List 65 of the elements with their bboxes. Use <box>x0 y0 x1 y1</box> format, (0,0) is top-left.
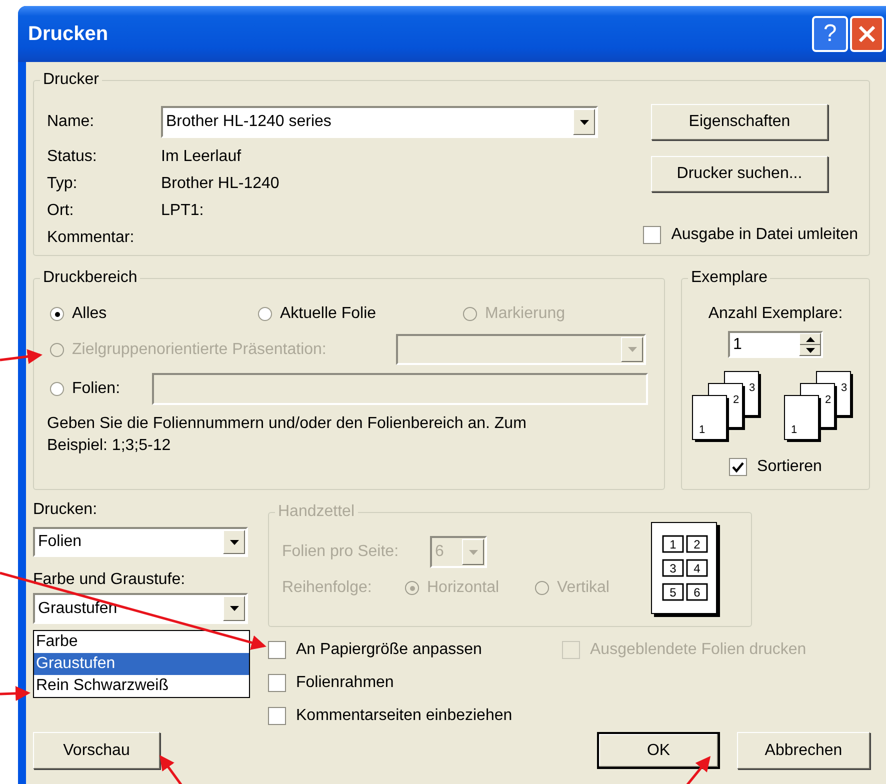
field-value: Brother HL-1240 <box>161 174 280 194</box>
dropdown-arrow-button[interactable] <box>223 596 245 621</box>
field-label: Farbe und Graustufe: <box>33 570 186 590</box>
caret-down-icon <box>580 120 588 124</box>
field-label: Kommentar: <box>47 228 136 248</box>
window-title: Drucken <box>28 22 110 46</box>
push-button[interactable]: Eigenschaften <box>651 104 828 140</box>
handout-layout-icon: 1 2 3 4 5 6 <box>651 522 721 618</box>
push-button[interactable]: Abbrechen <box>737 732 870 769</box>
annotation-arrow <box>0 686 30 701</box>
radio-label: Folien: <box>72 379 120 399</box>
group-label: Exemplare <box>688 268 770 288</box>
checkbox-label: Sortieren <box>757 457 822 477</box>
radio-label: Horizontal <box>427 578 500 598</box>
spin-buttons[interactable] <box>799 333 821 356</box>
dropdown-arrow-button[interactable] <box>573 109 595 135</box>
annotation-arrow <box>0 349 42 364</box>
field-value: Im Leerlauf <box>161 146 242 166</box>
radio-button[interactable] <box>50 307 64 321</box>
field-label: Name: <box>47 112 96 132</box>
checkbox[interactable] <box>643 226 662 244</box>
list-item[interactable]: Graustufen <box>34 653 249 675</box>
caret-down-icon <box>468 550 478 554</box>
close-icon <box>858 25 876 43</box>
checkbox-label: Ausgabe in Datei umleiten <box>671 224 858 244</box>
field-label: Ort: <box>47 200 75 220</box>
field-label: Folien pro Seite: <box>282 542 400 562</box>
caret-down-icon <box>806 348 814 352</box>
radio-button[interactable] <box>258 307 272 321</box>
radio-label: Zielgruppenorientierte Präsentation: <box>72 340 326 360</box>
checkbox[interactable] <box>268 674 286 692</box>
radio-label: Vertikal <box>557 578 610 598</box>
checkbox-label: Kommentarseiten einbeziehen <box>296 706 512 726</box>
field-label: Drucken: <box>33 500 98 520</box>
field-label: Status: <box>47 146 98 166</box>
checkbox-label: Ausgeblendete Folien drucken <box>590 640 806 660</box>
radio-label: Markierung <box>485 304 566 324</box>
checkbox[interactable] <box>729 458 748 476</box>
push-button[interactable]: Drucker suchen... <box>651 156 828 192</box>
field-label: Typ: <box>47 174 78 194</box>
dropdown[interactable]: Folien <box>33 527 248 557</box>
input-field[interactable] <box>152 373 648 405</box>
help-button[interactable]: ? <box>812 16 848 52</box>
close-button[interactable] <box>850 16 884 52</box>
hint-text: Geben Sie die Foliennummern und/oder den Folienbereich an. Zum Beispiel: 1;3;5-12 <box>47 414 528 456</box>
caret-down-icon <box>628 347 636 352</box>
checkbox[interactable] <box>268 706 286 724</box>
caret-up-icon <box>806 336 814 342</box>
push-button[interactable]: OK <box>597 732 720 769</box>
radio-label: Aktuelle Folie <box>280 304 376 324</box>
caret-down-icon <box>230 540 238 544</box>
push-button[interactable]: Vorschau <box>33 732 160 769</box>
radio-label: Alles <box>72 304 107 324</box>
dropdown-arrow-button[interactable] <box>223 530 245 554</box>
dropdown[interactable]: Brother HL-1240 series <box>161 106 598 138</box>
field-label: Anzahl Exemplare: <box>708 304 843 324</box>
dropdown[interactable]: Graustufen <box>33 593 248 624</box>
checkbox[interactable] <box>268 640 286 658</box>
spin-box[interactable]: 1 <box>728 331 823 358</box>
field-label: Reihenfolge: <box>282 578 373 598</box>
radio-button[interactable] <box>50 382 64 396</box>
checkbox-label: Folienrahmen <box>296 672 394 692</box>
caret-down-icon <box>230 606 238 611</box>
checkbox-label: An Papiergröße anpassen <box>296 640 482 660</box>
field-value: LPT1: <box>161 200 204 220</box>
